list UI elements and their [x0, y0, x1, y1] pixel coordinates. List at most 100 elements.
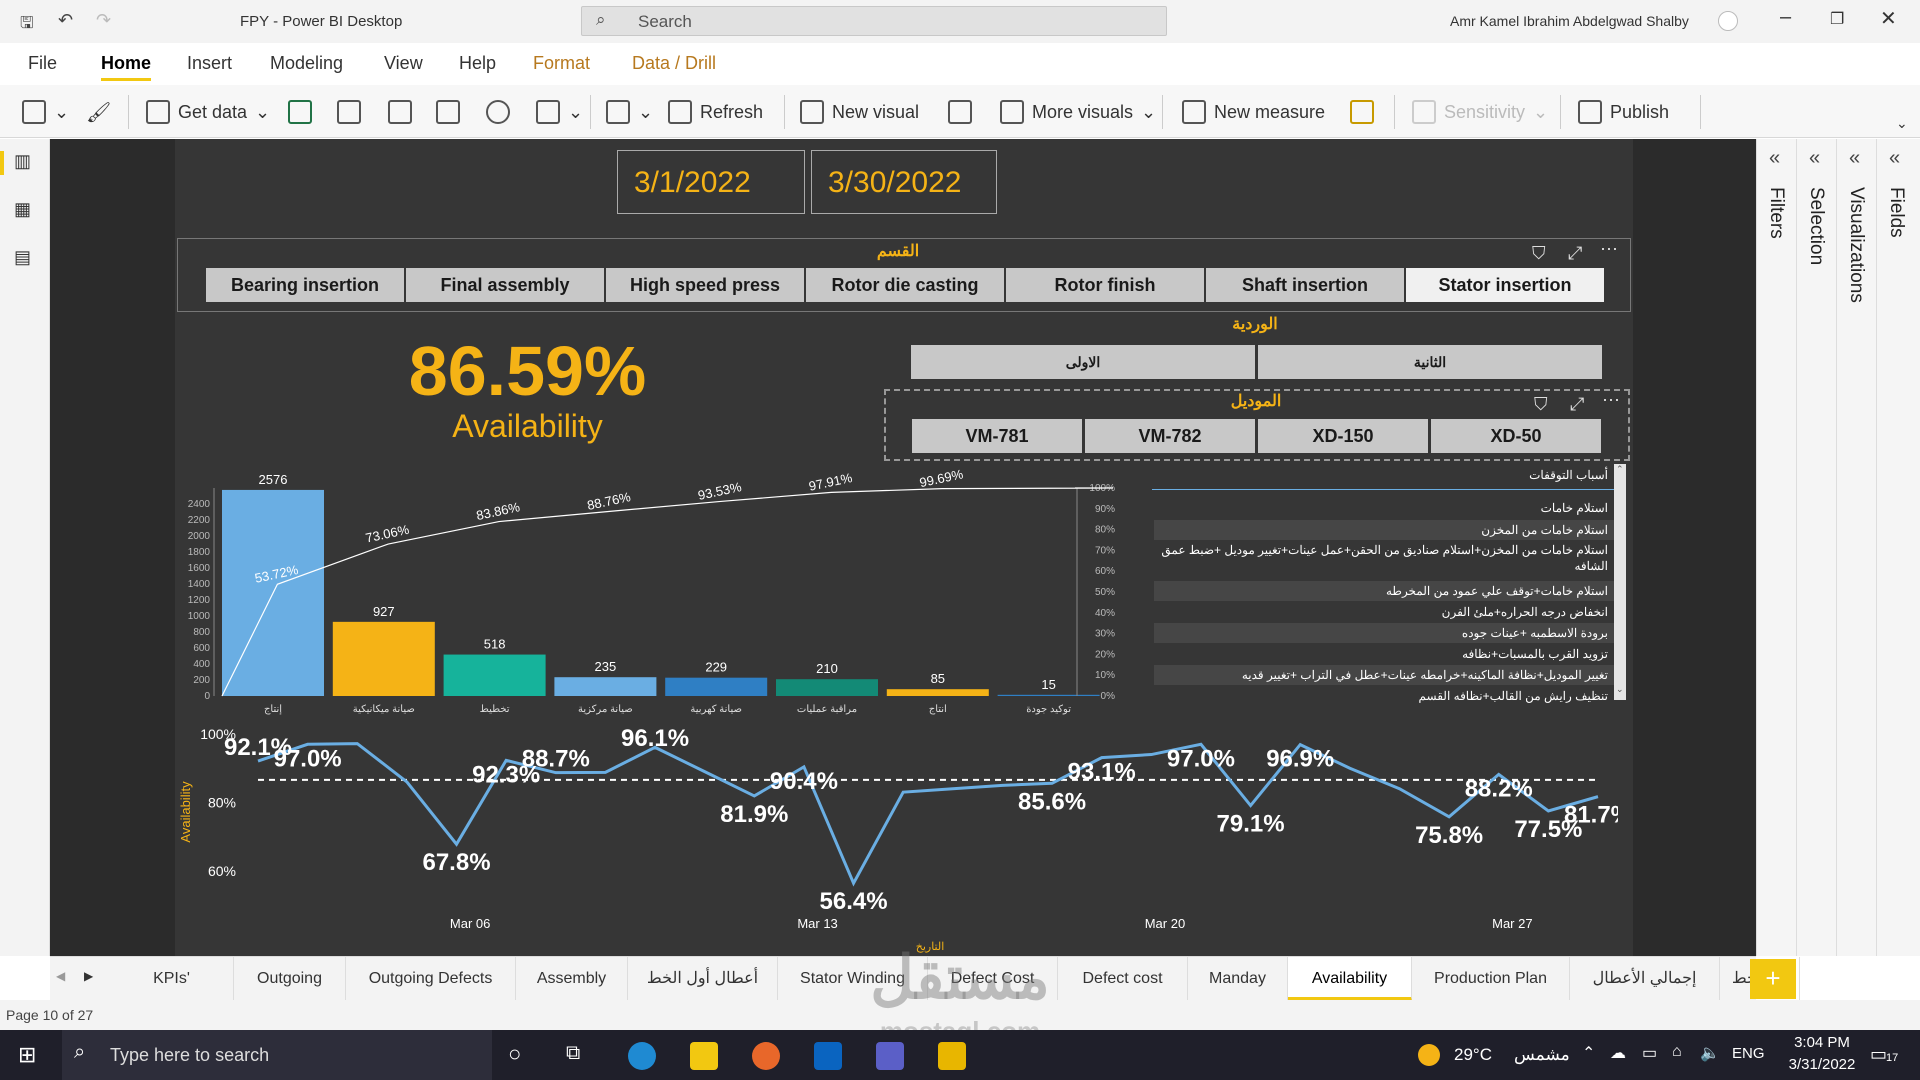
page-tab[interactable]: Assembly: [516, 957, 628, 1001]
start-date[interactable]: 3/1/2022: [617, 150, 805, 214]
page-tab[interactable]: إجمالي الأعطال: [1570, 957, 1720, 1001]
tab-insert[interactable]: Insert: [187, 51, 232, 81]
more-options-icon[interactable]: ⋯: [1602, 390, 1620, 411]
redo-icon[interactable]: ↷: [96, 10, 111, 31]
tab-home[interactable]: Home: [101, 51, 152, 81]
slicer-stator-insertion[interactable]: Stator insertion: [1406, 268, 1604, 302]
excel-button[interactable]: [288, 97, 312, 127]
reason-item[interactable]: استلام خامات+توقف علي عمود من المخرطه: [1154, 581, 1614, 601]
text-box-button[interactable]: [948, 97, 972, 127]
sensitivity-button[interactable]: Sensitivity ⌄: [1412, 97, 1548, 127]
tab-data-drill[interactable]: Data / Drill: [632, 51, 716, 81]
reason-item[interactable]: استلام خامات من المخزن+استلام صناديق من …: [1154, 542, 1614, 578]
page-tab[interactable]: Manday: [1188, 957, 1288, 1001]
tab-help[interactable]: Help: [459, 51, 496, 81]
cortana-icon[interactable]: ○: [508, 1041, 521, 1067]
get-data-button[interactable]: Get data ⌄: [146, 97, 270, 127]
weather-temp[interactable]: 29°C: [1454, 1045, 1492, 1065]
teams-icon[interactable]: [876, 1042, 904, 1070]
fields-pane[interactable]: « Fields: [1876, 139, 1916, 956]
slicer-high-speed-press[interactable]: High speed press: [606, 268, 804, 302]
search-box[interactable]: ⌕ Search: [581, 6, 1167, 36]
onedrive-icon[interactable]: ☁: [1610, 1043, 1626, 1063]
avatar[interactable]: [1718, 11, 1738, 31]
page-tab-active[interactable]: Availability: [1288, 957, 1412, 1001]
battery-icon[interactable]: ▭: [1642, 1043, 1657, 1063]
reasons-scrollbar[interactable]: ⌃ ⌄: [1614, 464, 1626, 700]
model-vm-782[interactable]: VM-782: [1085, 419, 1255, 453]
publish-button[interactable]: Publish: [1578, 97, 1669, 127]
powerbi-icon[interactable]: [938, 1042, 966, 1070]
reason-item[interactable]: تنظيف رايش من القالب+نظافه القسم: [1154, 686, 1614, 706]
clock-time[interactable]: 3:04 PM: [1782, 1034, 1862, 1051]
shift-first[interactable]: الاولى: [911, 345, 1255, 379]
collapse-icon[interactable]: «: [1849, 147, 1860, 170]
format-painter-button[interactable]: 🖌: [86, 97, 111, 127]
report-view-icon[interactable]: ▥: [14, 151, 31, 172]
minimize-icon[interactable]: –: [1780, 6, 1791, 29]
collapse-icon[interactable]: «: [1769, 147, 1780, 170]
scroll-left-icon[interactable]: ◀: [56, 969, 65, 983]
collapse-icon[interactable]: «: [1809, 147, 1820, 170]
network-icon[interactable]: ⌂: [1672, 1043, 1682, 1061]
end-date[interactable]: 3/30/2022: [811, 150, 997, 214]
visualizations-pane[interactable]: « Visualizations: [1836, 139, 1876, 956]
tab-file[interactable]: File: [28, 51, 57, 81]
new-measure-button[interactable]: New measure: [1182, 97, 1325, 127]
more-visuals-button[interactable]: More visuals ⌄: [1000, 97, 1156, 127]
model-vm-781[interactable]: VM-781: [912, 419, 1082, 453]
restore-icon[interactable]: ❐: [1830, 9, 1844, 29]
firefox-icon[interactable]: [752, 1042, 780, 1070]
focus-mode-icon[interactable]: ⤢: [1568, 243, 1582, 264]
quick-measure-button[interactable]: [1350, 97, 1374, 127]
user-name[interactable]: Amr Kamel Ibrahim Abdelgwad Shalby: [1450, 13, 1689, 29]
windows-start-icon[interactable]: ⊞: [18, 1042, 36, 1068]
reason-item[interactable]: تغيير الموديل+نظافة الماكينه+خرامطه عينا…: [1154, 665, 1614, 685]
language-indicator[interactable]: ENG: [1732, 1045, 1765, 1062]
model-xd-150[interactable]: XD-150: [1258, 419, 1428, 453]
reason-item[interactable]: استلام خامات: [1154, 498, 1614, 520]
new-visual-button[interactable]: New visual: [800, 97, 919, 127]
tab-modeling[interactable]: Modeling: [270, 51, 343, 81]
reason-item[interactable]: برودة الاسطمبه +عينات جوده: [1154, 623, 1614, 643]
reason-item[interactable]: تزويد القرب بالمسبات+نظافه: [1154, 644, 1614, 664]
tab-format[interactable]: Format: [533, 51, 590, 81]
filter-icon[interactable]: ⛉: [1534, 394, 1548, 415]
add-page-button[interactable]: +: [1750, 959, 1796, 999]
clock-date[interactable]: 3/31/2022: [1776, 1056, 1868, 1073]
dataset-button[interactable]: [337, 97, 361, 127]
file-explorer-icon[interactable]: [690, 1042, 718, 1070]
page-tab[interactable]: KPIs': [110, 957, 234, 1001]
slicer-rotor-die-casting[interactable]: Rotor die casting: [806, 268, 1004, 302]
slicer-shaft-insertion[interactable]: Shaft insertion: [1206, 268, 1404, 302]
model-xd-50[interactable]: XD-50: [1431, 419, 1601, 453]
outlook-icon[interactable]: [814, 1042, 842, 1070]
filter-icon[interactable]: ⛉: [1532, 243, 1546, 264]
focus-mode-icon[interactable]: ⤢: [1570, 394, 1584, 415]
refresh-button[interactable]: Refresh: [668, 97, 763, 127]
weather-icon[interactable]: [1418, 1044, 1440, 1066]
sql-button[interactable]: [436, 97, 460, 127]
reason-item[interactable]: استلام خامات من المخزن: [1154, 520, 1614, 540]
tray-chevron-icon[interactable]: ⌃: [1582, 1043, 1595, 1063]
filters-pane[interactable]: « Filters: [1756, 139, 1796, 956]
scroll-right-icon[interactable]: ▶: [84, 969, 93, 983]
undo-icon[interactable]: ↶: [58, 10, 73, 31]
slicer-bearing-insertion[interactable]: Bearing insertion: [206, 268, 404, 302]
transform-button[interactable]: ⌄: [606, 97, 653, 127]
volume-icon[interactable]: 🔈: [1700, 1043, 1720, 1063]
slicer-rotor-finish[interactable]: Rotor finish: [1006, 268, 1204, 302]
taskbar-search[interactable]: ⌕ Type here to search: [62, 1030, 492, 1080]
selection-pane[interactable]: « Selection: [1796, 139, 1836, 956]
page-tab[interactable]: Outgoing Defects: [346, 957, 516, 1001]
model-view-icon[interactable]: ▤: [14, 247, 31, 268]
shift-second[interactable]: الثانية: [1258, 345, 1602, 379]
slicer-final-assembly[interactable]: Final assembly: [406, 268, 604, 302]
collapse-icon[interactable]: «: [1889, 147, 1900, 170]
edge-icon[interactable]: [628, 1042, 656, 1070]
page-tab[interactable]: أعطال أول الخط: [628, 957, 778, 1001]
page-tab[interactable]: Production Plan: [1412, 957, 1570, 1001]
task-view-icon[interactable]: ⧉: [566, 1042, 580, 1065]
recent-sources-button[interactable]: ⌄: [536, 97, 583, 127]
more-options-icon[interactable]: ⋯: [1600, 239, 1618, 260]
